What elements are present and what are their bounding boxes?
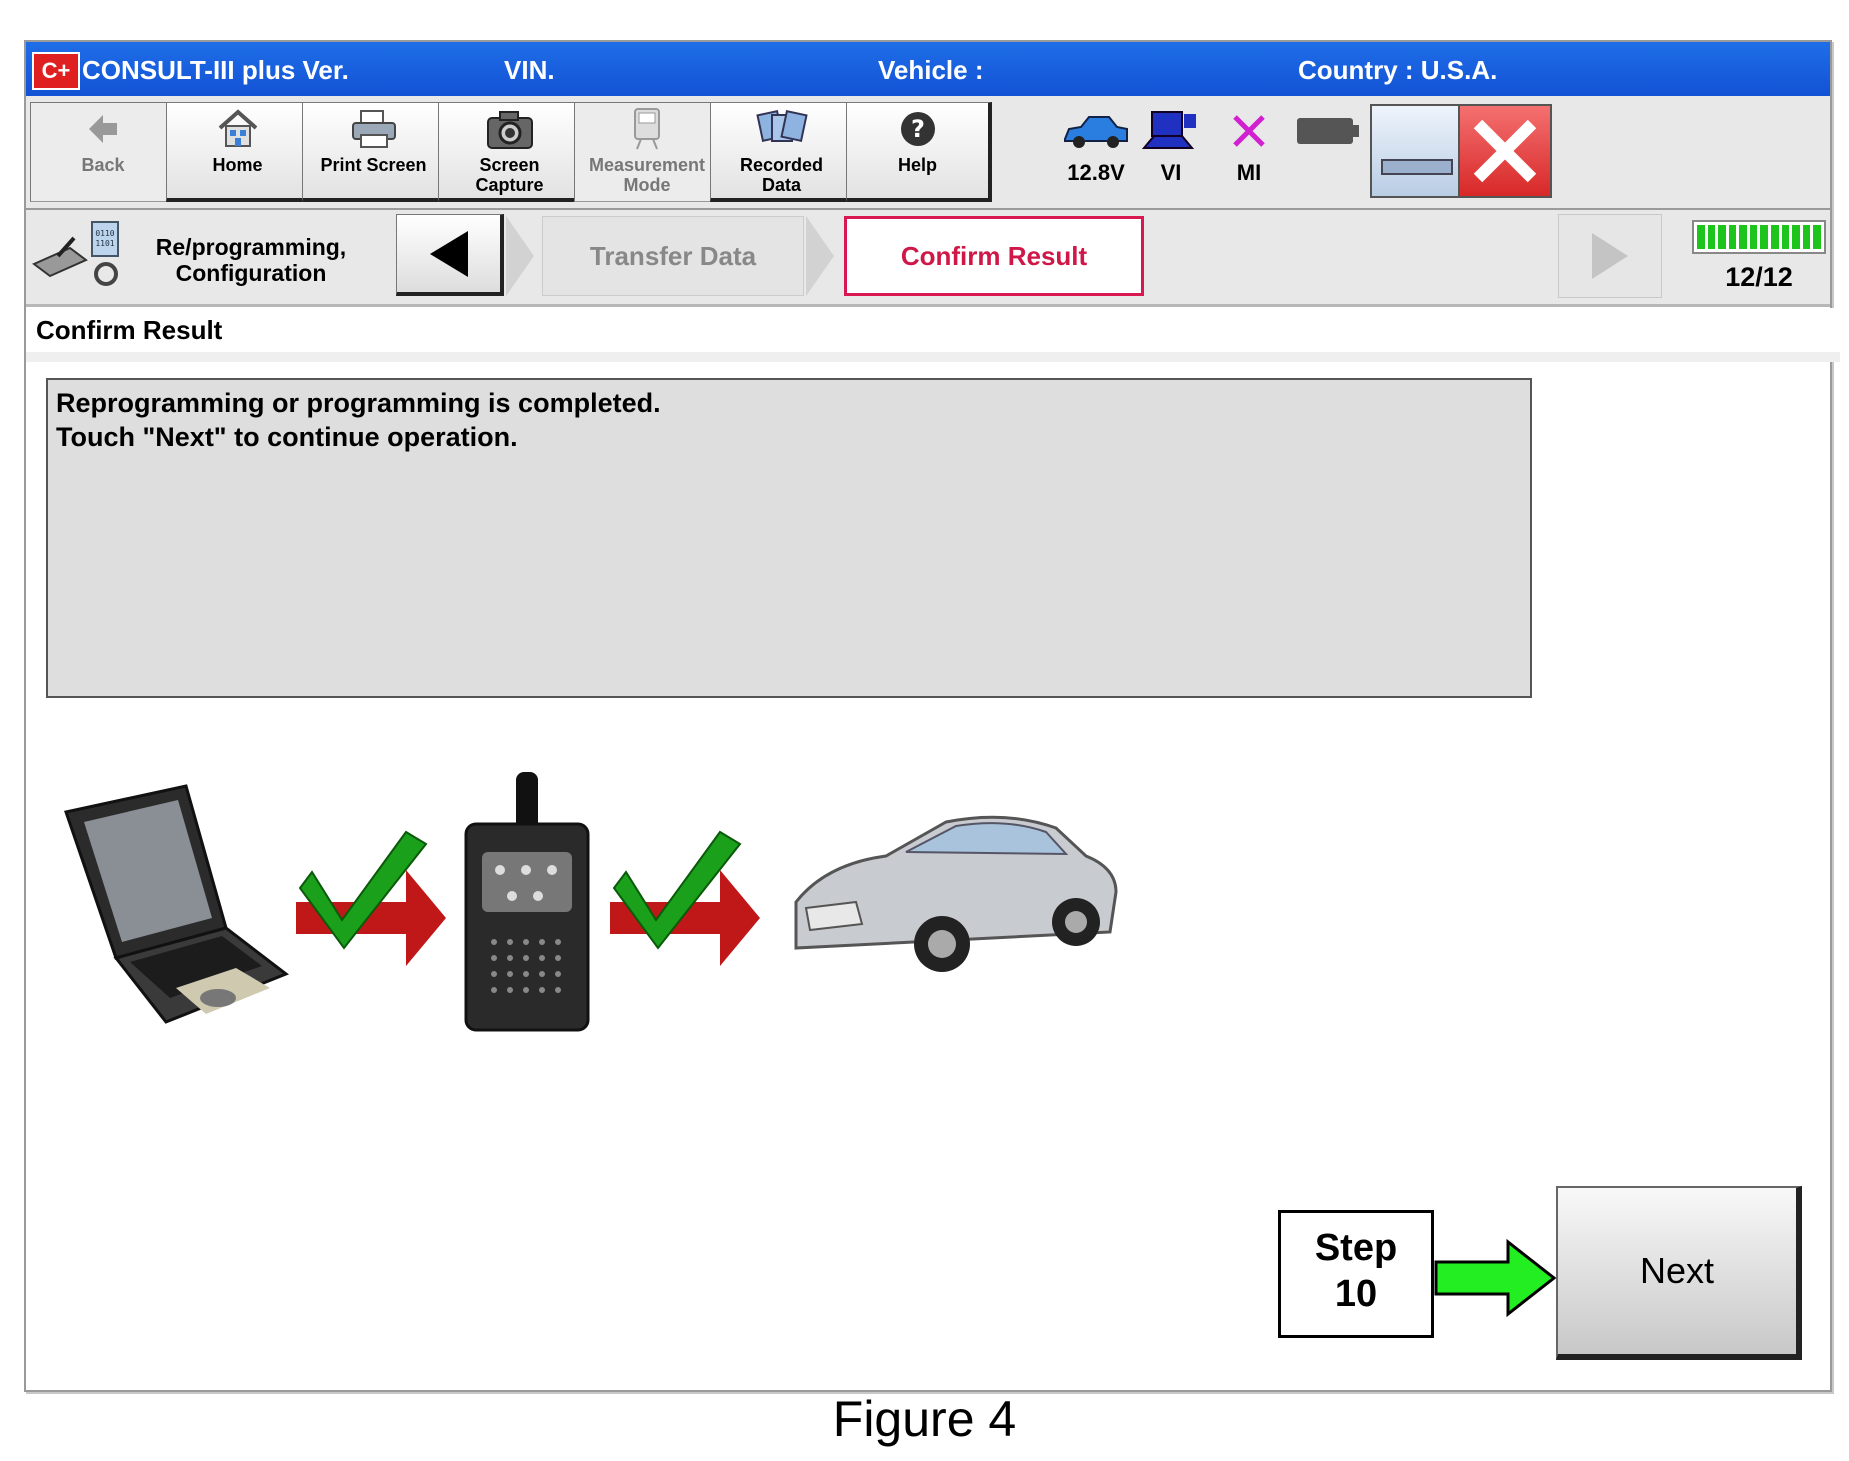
- screen-capture-label-1: Screen: [479, 155, 540, 175]
- transfer-arrow-2-icon: [610, 830, 760, 966]
- transfer-arrow-1-icon: [296, 830, 446, 966]
- progress-segment: [1813, 225, 1821, 249]
- progress-segment: [1697, 225, 1705, 249]
- measurement-mode-button[interactable]: Measurement Mode: [574, 102, 720, 202]
- reprogramming-icon: 0110 1101: [32, 221, 119, 286]
- page-title: Confirm Result: [26, 308, 1840, 362]
- vin-label: VIN.: [504, 55, 555, 85]
- help-button[interactable]: ? Help: [846, 102, 992, 202]
- section-label-2: Configuration: [175, 260, 327, 286]
- consult-logo-icon: C+: [32, 52, 80, 90]
- step-word: Step: [1314, 1227, 1398, 1269]
- mi-status: MI: [1214, 102, 1284, 186]
- recorded-label-2: Data: [761, 175, 801, 195]
- laptop-icon: [64, 784, 290, 1024]
- connection-illustration: [64, 772, 1118, 1032]
- step-callout: Step 10: [1278, 1210, 1434, 1338]
- country-label: Country : U.S.A.: [1298, 55, 1498, 85]
- svg-text:1101: 1101: [95, 239, 114, 248]
- step-navigation: 0110 1101 Re/programming, Configuration …: [26, 210, 1830, 307]
- home-label: Home: [212, 155, 263, 175]
- triangle-right-icon: [1592, 233, 1628, 279]
- recorded-data-button[interactable]: Recorded Data: [710, 102, 856, 202]
- progress-segment: [1771, 225, 1779, 249]
- back-label: Back: [81, 155, 125, 175]
- close-icon: [1473, 119, 1537, 183]
- screen-capture-label-2: Capture: [475, 175, 544, 195]
- title-bar: C+ CONSULT-III plus Ver. VIN. Vehicle : …: [26, 42, 1830, 96]
- message-box: Reprogramming or programming is complete…: [46, 378, 1532, 698]
- progress-segment: [1718, 225, 1726, 249]
- progress-bar: [1692, 220, 1826, 254]
- page-count: 12/12: [1725, 262, 1793, 292]
- consult-window: C+ CONSULT-III plus Ver. VIN. Vehicle : …: [24, 40, 1840, 1392]
- minimize-icon: [1381, 159, 1453, 175]
- printer-icon: [351, 110, 396, 148]
- progress-segment: [1739, 225, 1747, 249]
- recorded-data-icon: [755, 110, 808, 142]
- step-confirm-result: Confirm Result: [844, 216, 1144, 296]
- vi-device-icon: [1142, 111, 1196, 149]
- recorded-label-1: Recorded: [739, 155, 824, 175]
- print-screen-label: Print Screen: [320, 155, 427, 175]
- measurement-label-2: Mode: [623, 175, 671, 195]
- next-step-button[interactable]: [1558, 214, 1662, 298]
- progress-segment: [1802, 225, 1811, 249]
- vi-label: VI: [1160, 160, 1182, 185]
- previous-step-button[interactable]: [396, 214, 504, 296]
- close-button[interactable]: [1458, 104, 1552, 198]
- step-transfer-data: Transfer Data: [542, 216, 804, 296]
- toolbar: Back Home Print Screen Screen Capture Me…: [26, 96, 1830, 210]
- progress-segment: [1792, 225, 1800, 249]
- battery-status: [1290, 102, 1366, 160]
- progress-segment: [1749, 225, 1758, 249]
- triangle-left-icon: [429, 230, 468, 277]
- message-line-1: Reprogramming or programming is complete…: [56, 388, 661, 418]
- vehicle-label: Vehicle :: [878, 55, 984, 85]
- print-screen-button[interactable]: Print Screen: [302, 102, 448, 202]
- figure-caption: Figure 4: [832, 1391, 1017, 1447]
- back-arrow-icon: [89, 115, 117, 143]
- car-icon: [794, 815, 1118, 972]
- battery-voltage-status: 12.8V: [1056, 102, 1136, 186]
- screen-capture-button[interactable]: Screen Capture: [438, 102, 584, 202]
- chevron-separator-2: [806, 216, 834, 296]
- voltage-value: 12.8V: [1067, 160, 1125, 185]
- progress-segment: [1781, 225, 1790, 249]
- minimize-button[interactable]: [1370, 104, 1464, 198]
- vi-device-icon: [464, 772, 590, 1032]
- progress-segment: [1728, 225, 1737, 249]
- measurement-label-1: Measurement: [588, 155, 706, 175]
- mi-label: MI: [1236, 160, 1262, 185]
- back-button[interactable]: Back: [30, 102, 176, 202]
- home-button[interactable]: Home: [166, 102, 312, 202]
- mi-disconnected-icon: [1233, 115, 1265, 147]
- progress-segment: [1707, 225, 1716, 249]
- step-number: 10: [1334, 1273, 1378, 1315]
- next-button[interactable]: Next: [1556, 1186, 1802, 1360]
- progress-segment: [1760, 225, 1769, 249]
- help-icon: ?: [900, 112, 935, 146]
- section-label: Re/programming, Configuration: [146, 234, 356, 286]
- car-status-icon: [1064, 116, 1128, 148]
- green-arrow-icon: [1434, 1238, 1557, 1318]
- vi-status: VI: [1136, 102, 1206, 186]
- chevron-separator-1: [506, 216, 534, 296]
- home-icon: [218, 109, 257, 147]
- message-line-2: Touch "Next" to continue operation.: [56, 422, 518, 452]
- battery-icon: [1297, 118, 1359, 144]
- app-name: CONSULT-III plus Ver.: [82, 55, 349, 85]
- svg-text:0110: 0110: [95, 229, 114, 238]
- svg-text:?: ?: [911, 115, 925, 143]
- section-label-1: Re/programming,: [155, 234, 347, 260]
- help-label: Help: [897, 155, 937, 175]
- camera-icon: [486, 111, 533, 149]
- meter-icon: [634, 108, 660, 150]
